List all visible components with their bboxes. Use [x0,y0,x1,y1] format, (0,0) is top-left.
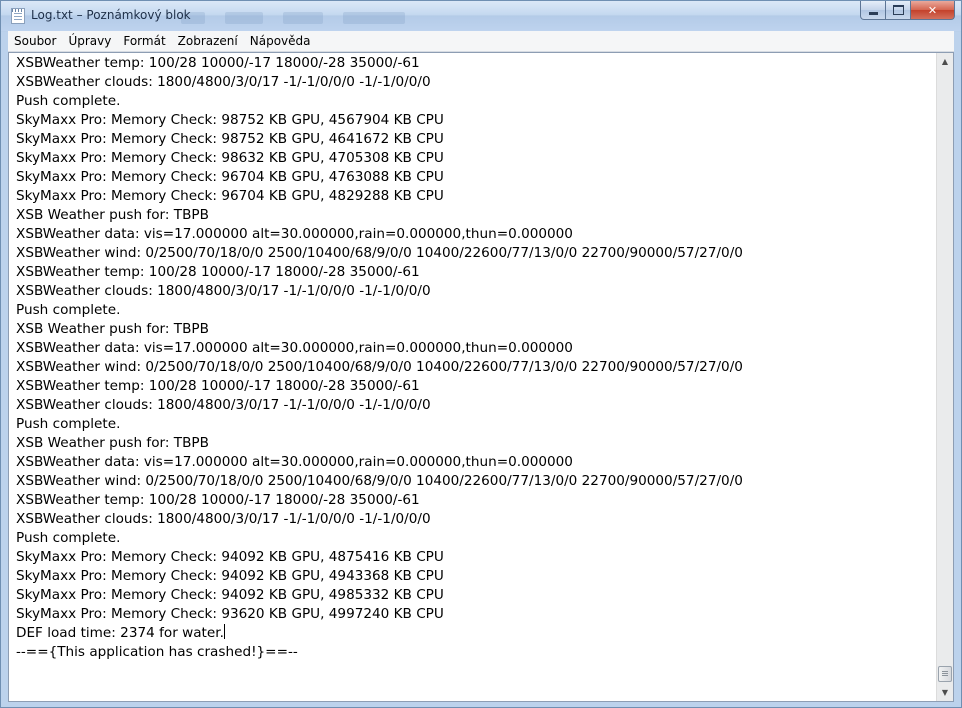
text-line: XSBWeather temp: 100/28 10000/-17 18000/… [16,55,420,71]
caption-buttons: ✕ [860,1,955,21]
text-line: XSBWeather data: vis=17.000000 alt=30.00… [16,226,573,242]
text-line: SkyMaxx Pro: Memory Check: 96704 KB GPU,… [16,188,444,204]
text-line: DEF load time: 2374 for water. [16,624,225,641]
menu-format[interactable]: Formát [117,31,171,51]
text-line: --=={This application has crashed!}==-- [16,644,298,660]
text-line: XSBWeather temp: 100/28 10000/-17 18000/… [16,378,420,394]
text-line: XSBWeather temp: 100/28 10000/-17 18000/… [16,264,420,280]
text-line: XSBWeather clouds: 1800/4800/3/0/17 -1/-… [16,511,431,527]
text-line: Push complete. [16,416,121,432]
text-line: SkyMaxx Pro: Memory Check: 94092 KB GPU,… [16,568,444,584]
text-line: XSBWeather wind: 0/2500/70/18/0/0 2500/1… [16,245,743,261]
close-button[interactable]: ✕ [911,1,955,20]
menu-help[interactable]: Nápověda [244,31,317,51]
menu-edit[interactable]: Úpravy [62,31,117,51]
text-line: XSBWeather temp: 100/28 10000/-17 18000/… [16,492,420,508]
background-taskbar-ghost [181,9,425,24]
text-line: SkyMaxx Pro: Memory Check: 96704 KB GPU,… [16,169,444,185]
text-line: XSBWeather data: vis=17.000000 alt=30.00… [16,340,573,356]
text-line: XSBWeather clouds: 1800/4800/3/0/17 -1/-… [16,74,431,90]
text-line: Push complete. [16,93,121,109]
text-line: SkyMaxx Pro: Memory Check: 94092 KB GPU,… [16,587,444,603]
text-line: XSBWeather clouds: 1800/4800/3/0/17 -1/-… [16,283,431,299]
text-line: Push complete. [16,302,121,318]
title-bar[interactable]: Log.txt – Poznámkový blok ✕ [1,1,961,31]
text-line: XSB Weather push for: TBPB [16,321,209,337]
text-caret [223,624,225,639]
text-line: SkyMaxx Pro: Memory Check: 98752 KB GPU,… [16,112,444,128]
menu-view[interactable]: Zobrazení [172,31,244,51]
window-title: Log.txt – Poznámkový blok [31,8,191,22]
scroll-down-arrow-icon[interactable]: ▼ [937,684,953,701]
text-line: SkyMaxx Pro: Memory Check: 98632 KB GPU,… [16,150,444,166]
text-line: SkyMaxx Pro: Memory Check: 93620 KB GPU,… [16,606,444,622]
text-line: Push complete. [16,530,121,546]
minimize-button[interactable] [860,1,886,20]
maximize-icon [892,5,904,15]
notepad-window: Log.txt – Poznámkový blok ✕ Soubor Úprav… [0,0,962,708]
text-line: XSBWeather data: vis=17.000000 alt=30.00… [16,454,573,470]
text-line: SkyMaxx Pro: Memory Check: 98752 KB GPU,… [16,131,444,147]
text-editor[interactable]: XSBWeather temp: 100/28 10000/-17 18000/… [8,52,954,702]
scroll-up-arrow-icon[interactable]: ▲ [937,53,953,70]
text-content[interactable]: XSBWeather temp: 100/28 10000/-17 18000/… [9,53,935,701]
text-line: XSBWeather clouds: 1800/4800/3/0/17 -1/-… [16,397,431,413]
close-icon: ✕ [927,3,938,17]
minimize-icon [868,11,878,15]
menu-bar: Soubor Úpravy Formát Zobrazení Nápověda [8,31,954,52]
text-line: XSBWeather wind: 0/2500/70/18/0/0 2500/1… [16,473,743,489]
text-line: XSB Weather push for: TBPB [16,207,209,223]
text-line: XSB Weather push for: TBPB [16,435,209,451]
scroll-thumb[interactable] [938,666,952,682]
maximize-button[interactable] [886,1,911,20]
text-line: XSBWeather wind: 0/2500/70/18/0/0 2500/1… [16,359,743,375]
text-line: SkyMaxx Pro: Memory Check: 94092 KB GPU,… [16,549,444,565]
notepad-icon [11,8,25,24]
menu-file[interactable]: Soubor [8,31,62,51]
vertical-scrollbar[interactable]: ▲ ▼ [936,53,953,701]
